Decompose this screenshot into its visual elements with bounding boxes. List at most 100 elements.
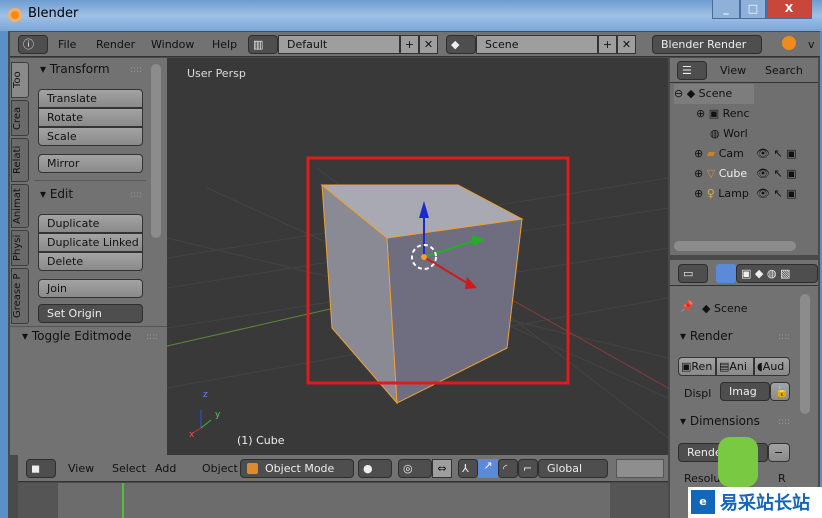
- outliner-label: Scene: [698, 87, 733, 100]
- axis-x-label: x: [189, 430, 195, 440]
- layers-grid[interactable]: [616, 459, 664, 478]
- object-label: (1) Cube: [237, 434, 285, 447]
- axis-z-label: z: [203, 390, 208, 400]
- info-header: ⓘ File Render Window Help ▥ Default + ✕ …: [10, 32, 820, 57]
- properties-editor-type-button[interactable]: ▭: [678, 264, 708, 283]
- render-animation-button[interactable]: ▤Ani: [716, 357, 754, 376]
- add-layout-button[interactable]: +: [400, 35, 419, 54]
- manipulator-toggle[interactable]: ⇔: [432, 459, 452, 478]
- outliner-menu-search[interactable]: Search: [765, 64, 803, 77]
- scene-field[interactable]: Scene: [476, 35, 598, 54]
- maximize-button[interactable]: □: [740, 0, 766, 19]
- dimensions-panel-header[interactable]: ▾ Dimensions: [680, 414, 760, 428]
- minimize-button[interactable]: _: [712, 0, 740, 19]
- mode-label: Object Mode: [265, 462, 335, 475]
- drag-handle-icon[interactable]: ::::: [146, 332, 158, 342]
- outliner-item-render[interactable]: ⊕ ▣ Renc: [696, 104, 750, 124]
- render-image-button[interactable]: ▣Ren: [678, 357, 716, 376]
- tab-grease-pencil[interactable]: Grease P: [11, 268, 29, 324]
- pivot-dropdown[interactable]: ◎: [398, 459, 432, 478]
- duplicate-button[interactable]: Duplicate: [38, 214, 143, 233]
- add-scene-button[interactable]: +: [598, 35, 617, 54]
- watermark-mascot: [718, 437, 758, 487]
- mirror-button[interactable]: Mirror: [38, 154, 143, 173]
- set-origin-dropdown[interactable]: Set Origin: [38, 304, 143, 323]
- close-button[interactable]: X: [766, 0, 812, 19]
- menu-window[interactable]: Window: [151, 38, 194, 51]
- blender-icon: [782, 36, 796, 50]
- lock-icon[interactable]: 🔓: [770, 382, 790, 401]
- display-label: Displ: [684, 387, 712, 400]
- join-button[interactable]: Join: [38, 279, 143, 298]
- render-panel-header[interactable]: ▾ Render: [680, 329, 733, 343]
- toggle-editmode-label: Toggle Editmode: [31, 329, 132, 343]
- timeline[interactable]: [18, 483, 668, 518]
- drag-handle-icon[interactable]: ::::: [778, 332, 790, 342]
- outliner-item-world[interactable]: ◍ Worl: [710, 124, 748, 144]
- outliner-scrollbar[interactable]: [674, 241, 796, 251]
- tab-physics[interactable]: Physi: [11, 230, 29, 266]
- render-engine-dropdown[interactable]: Blender Render: [652, 35, 762, 54]
- tab-tools[interactable]: Too: [11, 62, 29, 98]
- tools-content: ▾ Transform :::: Translate Rotate Scale …: [32, 58, 146, 355]
- translate-button[interactable]: Translate: [38, 89, 143, 108]
- outliner-editor-type-button[interactable]: ☰: [677, 61, 707, 80]
- drag-handle-icon[interactable]: ::::: [130, 65, 142, 75]
- 3d-viewport[interactable]: User Persp (1) Cube z y x: [167, 58, 668, 455]
- display-dropdown[interactable]: Imag: [720, 382, 770, 401]
- menu-view[interactable]: View: [68, 462, 94, 475]
- rotate-manipulator-icon[interactable]: ◜: [498, 459, 518, 478]
- tab-relations[interactable]: Relati: [11, 138, 29, 182]
- tab-create[interactable]: Crea: [11, 100, 29, 136]
- menu-help[interactable]: Help: [212, 38, 237, 51]
- edit-title: Edit: [49, 187, 74, 201]
- remove-scene-button[interactable]: ✕: [617, 35, 636, 54]
- outliner-menu-view[interactable]: View: [720, 64, 746, 77]
- restrict-columns[interactable]: 👁 ↖ ▣ 👁 ↖ ▣ 👁 ↖ ▣: [756, 144, 797, 204]
- scale-button[interactable]: Scale: [38, 127, 143, 146]
- divider: [34, 180, 146, 181]
- scale-manipulator-icon[interactable]: ⌐: [518, 459, 538, 478]
- drag-handle-icon[interactable]: ::::: [130, 190, 142, 200]
- render-btn-label: Ren: [691, 360, 713, 373]
- outliner-label: Renc: [722, 107, 750, 120]
- drag-handle-icon[interactable]: ::::: [778, 417, 790, 427]
- render-audio-button[interactable]: ◖Aud: [754, 357, 790, 376]
- menu-object[interactable]: Object: [202, 462, 238, 475]
- transform-manipulator-icon[interactable]: ⅄: [458, 459, 478, 478]
- edit-panel-header[interactable]: ▾ Edit: [40, 187, 73, 201]
- properties-scrollbar[interactable]: [800, 294, 810, 414]
- transform-panel-header[interactable]: ▾ Transform: [40, 62, 110, 76]
- menu-file[interactable]: File: [58, 38, 76, 51]
- toggle-editmode-header[interactable]: ▾ Toggle Editmode: [22, 329, 132, 343]
- shading-dropdown[interactable]: ●: [358, 459, 392, 478]
- editor-type-3d-button[interactable]: ◼: [26, 459, 56, 478]
- outliner-item-camera[interactable]: ⊕ ▰ Cam: [694, 144, 744, 164]
- remove-preset-button[interactable]: −: [768, 443, 790, 462]
- anim-btn-label: Ani: [729, 360, 747, 373]
- layout-field[interactable]: Default: [278, 35, 400, 54]
- menu-render[interactable]: Render: [96, 38, 135, 51]
- outliner-item-scene[interactable]: ⊖ ◆ Scene: [674, 84, 754, 104]
- outliner-item-cube[interactable]: ⊕ ▽ Cube: [694, 164, 747, 184]
- outliner-item-lamp[interactable]: ⊕ ♀ Lamp: [694, 184, 749, 204]
- menu-add[interactable]: Add: [155, 462, 176, 475]
- delete-button[interactable]: Delete: [38, 252, 143, 271]
- context-tabs[interactable]: ▣ ◆ ◍ ▧: [736, 264, 818, 283]
- translate-manipulator-icon[interactable]: ↗: [478, 459, 498, 478]
- pin-icon[interactable]: 📌: [680, 300, 694, 313]
- layout-icon[interactable]: ▥: [248, 35, 278, 54]
- editor-type-button[interactable]: ⓘ: [18, 35, 48, 54]
- duplicate-linked-button[interactable]: Duplicate Linked: [38, 233, 143, 252]
- remove-layout-button[interactable]: ✕: [419, 35, 438, 54]
- orientation-dropdown[interactable]: Global: [538, 459, 608, 478]
- transform-title: Transform: [49, 62, 110, 76]
- rotate-button[interactable]: Rotate: [38, 108, 143, 127]
- scene-icon[interactable]: ◆: [446, 35, 476, 54]
- tools-scrollbar[interactable]: [151, 64, 161, 238]
- current-frame-marker[interactable]: [122, 483, 124, 518]
- tab-animation[interactable]: Animat: [11, 184, 29, 228]
- outliner-label: Lamp: [718, 187, 749, 200]
- menu-select[interactable]: Select: [112, 462, 146, 475]
- render-tab-icon[interactable]: [716, 264, 736, 283]
